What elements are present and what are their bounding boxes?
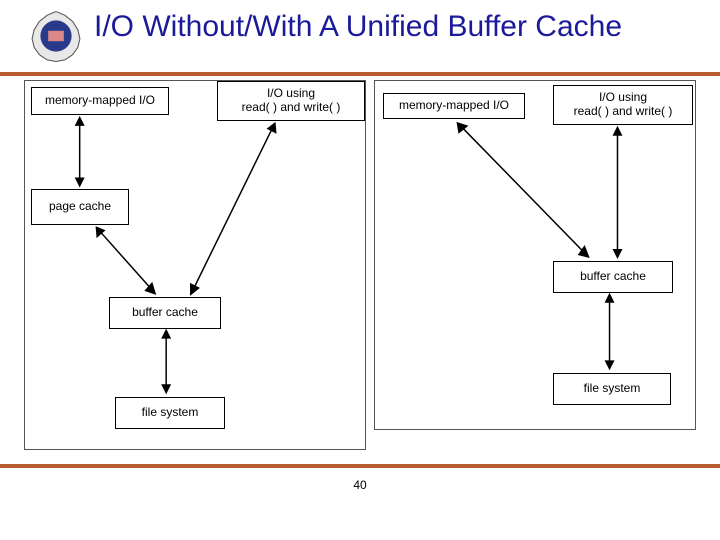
box-io-rw: I/O using read( ) and write( ): [217, 81, 365, 121]
university-logo-icon: [30, 10, 82, 62]
slide: I/O Without/With A Unified Buffer Cache …: [0, 0, 720, 540]
box-page-cache: page cache: [31, 189, 129, 225]
page-number: 40: [0, 478, 720, 492]
box-file-system: file system: [115, 397, 225, 429]
box-mmio: memory-mapped I/O: [31, 87, 169, 115]
panel-with-unified: memory-mapped I/O I/O using read( ) and …: [374, 80, 696, 430]
content-area: memory-mapped I/O I/O using read( ) and …: [0, 76, 720, 456]
arrows-left-icon: [25, 81, 365, 449]
box-buffer-cache: buffer cache: [553, 261, 673, 293]
divider-bottom: [0, 464, 720, 468]
box-io-rw: I/O using read( ) and write( ): [553, 85, 693, 125]
panel-without-unified: memory-mapped I/O I/O using read( ) and …: [24, 80, 366, 450]
box-mmio: memory-mapped I/O: [383, 93, 525, 119]
box-buffer-cache: buffer cache: [109, 297, 221, 329]
slide-title: I/O Without/With A Unified Buffer Cache: [94, 10, 622, 45]
box-file-system: file system: [553, 373, 671, 405]
title-row: I/O Without/With A Unified Buffer Cache: [0, 0, 720, 66]
